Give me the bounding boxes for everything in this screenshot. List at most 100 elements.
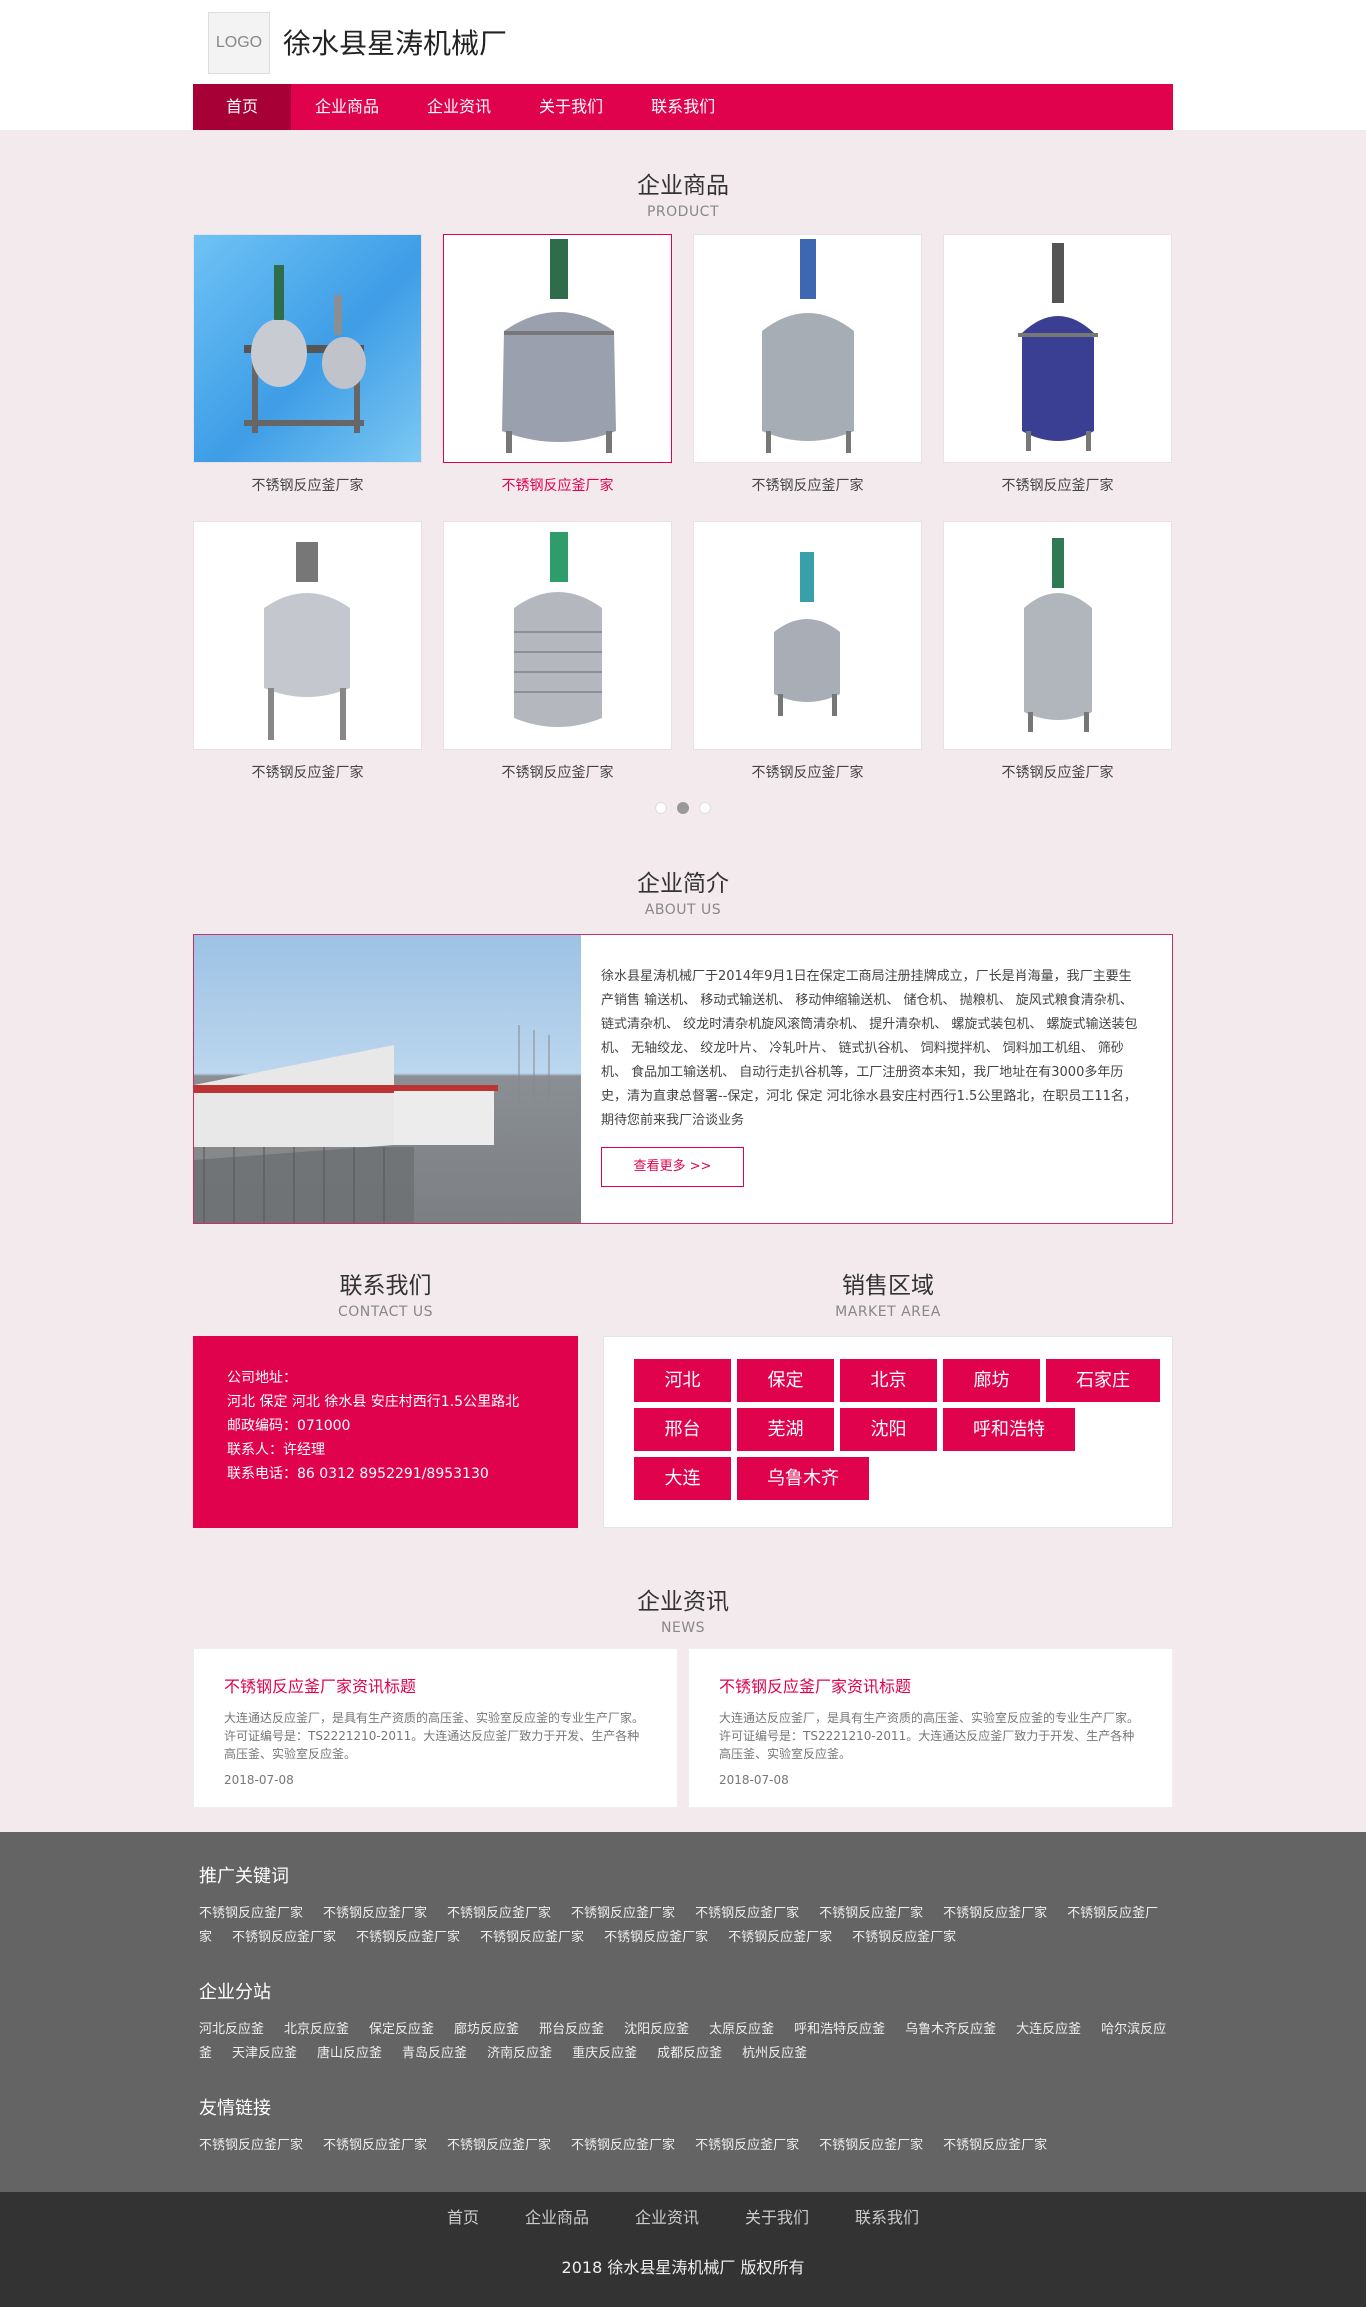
news-item-title[interactable]: 不锈钢反应釜厂家资讯标题: [224, 1673, 647, 1697]
branch-link[interactable]: 青岛反应釜: [402, 2046, 467, 2061]
links-footer: 推广关键词 不锈钢反应釜厂家 不锈钢反应釜厂家 不锈钢反应釜厂家 不锈钢反应釜厂家 不锈…: [0, 1832, 1366, 2192]
nav-news[interactable]: 企业资讯: [403, 84, 515, 130]
main-nav: 首页 企业商品 企业资讯 关于我们 联系我们: [193, 84, 1173, 130]
branch-link[interactable]: 保定反应釜: [369, 2022, 434, 2037]
news-title: 企业资讯: [637, 1589, 729, 1615]
footer-nav-about[interactable]: 关于我们: [722, 2204, 832, 2228]
product-image[interactable]: [943, 521, 1172, 750]
branch-link[interactable]: 天津反应釜: [232, 2046, 297, 2061]
product-card[interactable]: 不锈钢反应釜厂家: [943, 521, 1172, 784]
product-card[interactable]: 不锈钢反应釜厂家: [443, 521, 672, 784]
product-caption: 不锈钢反应釜厂家: [1001, 765, 1114, 781]
keyword-link[interactable]: 不锈钢反应釜厂家: [604, 1930, 708, 1945]
contact-info: 公司地址： 河北 保定 河北 徐水县 安庄村西行1.5公里路北 邮政编码：071…: [193, 1336, 578, 1528]
branch-link[interactable]: 邢台反应釜: [539, 2022, 604, 2037]
friends-list: 不锈钢反应釜厂家 不锈钢反应釜厂家 不锈钢反应釜厂家 不锈钢反应釜厂家 不锈钢反应釜厂家…: [199, 2134, 1174, 2158]
friend-link[interactable]: 不锈钢反应釜厂家: [695, 2138, 799, 2153]
product-image[interactable]: [943, 234, 1172, 463]
keyword-link[interactable]: 不锈钢反应釜厂家: [943, 1906, 1047, 1921]
product-caption: 不锈钢反应釜厂家: [501, 765, 614, 781]
branch-link[interactable]: 大连反应釜: [1016, 2022, 1081, 2037]
area-tag[interactable]: 乌鲁木齐: [737, 1457, 869, 1500]
keyword-link[interactable]: 不锈钢反应釜厂家: [571, 1906, 675, 1921]
news-card[interactable]: 不锈钢反应釜厂家资讯标题 大连通达反应釜厂，是具有生产资质的高压釜、实验室反应釜…: [193, 1648, 678, 1808]
product-card[interactable]: 不锈钢反应釜厂家: [693, 234, 922, 497]
branch-link[interactable]: 成都反应釜: [657, 2046, 722, 2061]
branch-link[interactable]: 呼和浩特反应釜: [794, 2022, 885, 2037]
area-tag[interactable]: 邢台: [634, 1408, 731, 1451]
news-card[interactable]: 不锈钢反应釜厂家资讯标题 大连通达反应釜厂，是具有生产资质的高压釜、实验室反应釜…: [688, 1648, 1173, 1808]
keyword-link[interactable]: 不锈钢反应釜厂家: [232, 1930, 336, 1945]
branch-link[interactable]: 重庆反应釜: [572, 2046, 637, 2061]
footer-nav: 首页 企业商品 企业资讯 关于我们 联系我们: [0, 2204, 1366, 2228]
market-areas: 河北 保定 北京 廊坊 石家庄 邢台 芜湖 沈阳 呼和浩特 大连 乌鲁木齐: [603, 1336, 1173, 1528]
friend-link[interactable]: 不锈钢反应釜厂家: [571, 2138, 675, 2153]
carousel-dot[interactable]: [699, 802, 711, 814]
read-more-button[interactable]: 查看更多 >>: [601, 1147, 744, 1187]
product-card[interactable]: 不锈钢反应釜厂家: [193, 234, 422, 497]
keyword-link[interactable]: 不锈钢反应釜厂家: [695, 1906, 799, 1921]
product-image[interactable]: [693, 234, 922, 463]
product-card[interactable]: 不锈钢反应釜厂家: [193, 521, 422, 784]
keyword-link[interactable]: 不锈钢反应釜厂家: [323, 1906, 427, 1921]
branch-link[interactable]: 乌鲁木齐反应釜: [905, 2022, 996, 2037]
branch-link[interactable]: 济南反应釜: [487, 2046, 552, 2061]
product-image[interactable]: [443, 521, 672, 750]
carousel-dot-active[interactable]: [677, 802, 689, 814]
nav-products[interactable]: 企业商品: [291, 84, 403, 130]
site-logo[interactable]: LOGO: [208, 12, 270, 74]
branch-link[interactable]: 廊坊反应釜: [454, 2022, 519, 2037]
about-subtitle: ABOUT US: [644, 902, 722, 918]
keyword-link[interactable]: 不锈钢反应釜厂家: [852, 1930, 956, 1945]
area-tag[interactable]: 北京: [840, 1359, 937, 1402]
branch-link[interactable]: 河北反应釜: [199, 2022, 264, 2037]
product-card[interactable]: 不锈钢反应釜厂家: [943, 234, 1172, 497]
product-image[interactable]: [193, 234, 422, 463]
keyword-link[interactable]: 不锈钢反应釜厂家: [819, 1906, 923, 1921]
footer-nav-news[interactable]: 企业资讯: [612, 2204, 722, 2228]
area-tag[interactable]: 沈阳: [840, 1408, 937, 1451]
news-item-title[interactable]: 不锈钢反应釜厂家资讯标题: [719, 1673, 1142, 1697]
footer-nav-contact[interactable]: 联系我们: [832, 2204, 942, 2228]
branch-link[interactable]: 北京反应釜: [284, 2022, 349, 2037]
keyword-link[interactable]: 不锈钢反应釜厂家: [356, 1930, 460, 1945]
nav-home[interactable]: 首页: [193, 84, 292, 130]
branch-link[interactable]: 杭州反应釜: [742, 2046, 807, 2061]
product-card[interactable]: 不锈钢反应釜厂家: [693, 521, 922, 784]
area-tag[interactable]: 保定: [737, 1359, 834, 1402]
friend-link[interactable]: 不锈钢反应釜厂家: [447, 2138, 551, 2153]
product-grid: 不锈钢反应釜厂家 不锈钢反应釜厂家 不锈钢反应釜厂家 不锈钢反应釜厂家 不锈钢反…: [193, 234, 1173, 784]
area-tag[interactable]: 石家庄: [1046, 1359, 1160, 1402]
area-tag[interactable]: 大连: [634, 1457, 731, 1500]
friend-link[interactable]: 不锈钢反应釜厂家: [323, 2138, 427, 2153]
nav-about[interactable]: 关于我们: [515, 84, 627, 130]
news-section: 企业资讯 NEWS 不锈钢反应釜厂家资讯标题 大连通达反应釜厂，是具有生产资质的…: [193, 1582, 1173, 1808]
area-tag[interactable]: 呼和浩特: [943, 1408, 1075, 1451]
keyword-link[interactable]: 不锈钢反应釜厂家: [480, 1930, 584, 1945]
keywords-list: 不锈钢反应釜厂家 不锈钢反应釜厂家 不锈钢反应釜厂家 不锈钢反应釜厂家 不锈钢反应釜厂家…: [199, 1902, 1174, 1950]
friend-link[interactable]: 不锈钢反应釜厂家: [199, 2138, 303, 2153]
friend-link[interactable]: 不锈钢反应釜厂家: [819, 2138, 923, 2153]
carousel-dot[interactable]: [655, 802, 667, 814]
product-image[interactable]: [193, 521, 422, 750]
area-tag[interactable]: 廊坊: [943, 1359, 1040, 1402]
keyword-link[interactable]: 不锈钢反应釜厂家: [447, 1906, 551, 1921]
keyword-link[interactable]: 不锈钢反应釜厂家: [728, 1930, 832, 1945]
product-card[interactable]: 不锈钢反应釜厂家: [443, 234, 672, 497]
branch-link[interactable]: 唐山反应釜: [317, 2046, 382, 2061]
contact-market-section: 联系我们 CONTACT US 公司地址： 河北 保定 河北 徐水县 安庄村西行…: [193, 1266, 1173, 1528]
nav-contact[interactable]: 联系我们: [627, 84, 739, 130]
contact-block: 联系我们 CONTACT US 公司地址： 河北 保定 河北 徐水县 安庄村西行…: [193, 1266, 578, 1528]
area-tag[interactable]: 芜湖: [737, 1408, 834, 1451]
product-image[interactable]: [443, 234, 672, 463]
contact-address: 河北 保定 河北 徐水县 安庄村西行1.5公里路北: [227, 1394, 520, 1410]
friend-link[interactable]: 不锈钢反应釜厂家: [943, 2138, 1047, 2153]
keyword-link[interactable]: 不锈钢反应釜厂家: [199, 1906, 303, 1921]
branch-link[interactable]: 太原反应釜: [709, 2022, 774, 2037]
footer-nav-home[interactable]: 首页: [424, 2204, 502, 2228]
branch-link[interactable]: 沈阳反应釜: [624, 2022, 689, 2037]
product-image[interactable]: [693, 521, 922, 750]
product-caption: 不锈钢反应釜厂家: [501, 478, 614, 494]
footer-nav-products[interactable]: 企业商品: [502, 2204, 612, 2228]
area-tag[interactable]: 河北: [634, 1359, 731, 1402]
